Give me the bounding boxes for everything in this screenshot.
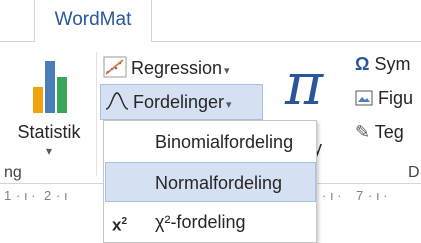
tegn-button[interactable]: ✎ Teg bbox=[355, 122, 404, 143]
ruler-dots: · ı · bbox=[16, 188, 36, 203]
regression-icon bbox=[103, 56, 127, 78]
menu-item-normalfordeling[interactable]: Normalfordeling bbox=[105, 162, 316, 202]
pen-icon: ✎ bbox=[355, 122, 371, 142]
menu-item-chi-squared[interactable]: x2 χ²-fordeling bbox=[105, 202, 316, 242]
chevron-down-icon: ▾ bbox=[226, 99, 232, 111]
tab-wordmat[interactable]: WordMat bbox=[34, 0, 152, 43]
omega-icon: Ω bbox=[355, 54, 370, 74]
fordelinger-menu: Binomialfordeling Normalfordeling x2 χ²-… bbox=[103, 120, 317, 243]
group-divider bbox=[96, 52, 97, 176]
chevron-down-icon: ▾ bbox=[224, 65, 230, 77]
symbol-button[interactable]: Ω Sym bbox=[355, 54, 410, 75]
menu-item-label: χ²-fordeling bbox=[155, 212, 246, 232]
ribbon-tab-strip: WordMat bbox=[0, 0, 421, 43]
distribution-curve-icon bbox=[105, 92, 129, 110]
bar-chart-icon bbox=[33, 61, 67, 113]
regression-label: Regression bbox=[131, 58, 223, 78]
figur-label: Figu bbox=[378, 88, 414, 108]
tab-wordmat-label: WordMat bbox=[54, 9, 132, 30]
symbol-label: Sym bbox=[374, 54, 411, 74]
ruler-tick: 2 bbox=[44, 188, 52, 203]
menu-item-binomialfordeling[interactable]: Binomialfordeling bbox=[105, 122, 316, 162]
pi-icon: π bbox=[285, 50, 324, 118]
new-equation-button[interactable]: π Ny bbox=[285, 50, 355, 158]
menu-item-label: Binomialfordeling bbox=[155, 132, 294, 152]
fordelinger-label: Fordelinger bbox=[133, 92, 225, 112]
statistik-label: Statistik bbox=[17, 122, 81, 142]
ruler-tick: 7 bbox=[356, 188, 364, 203]
menu-item-label: Normalfordeling bbox=[155, 173, 283, 193]
ruler-dots: · ı · bbox=[368, 188, 388, 203]
fordelinger-button[interactable]: Fordelinger ▾ bbox=[100, 84, 263, 120]
picture-icon bbox=[355, 90, 373, 106]
regression-button[interactable]: Regression ▾ bbox=[103, 54, 230, 82]
group-label-left: ng bbox=[4, 164, 22, 181]
ruler-dots: · ı bbox=[56, 188, 68, 203]
x-squared-icon: x2 bbox=[112, 215, 128, 235]
chevron-down-icon: ▾ bbox=[45, 144, 53, 158]
figur-button[interactable]: Figu bbox=[355, 88, 413, 109]
statistik-button[interactable]: Statistik ▾ bbox=[8, 58, 90, 158]
tegn-label: Teg bbox=[374, 122, 404, 142]
ruler-tick: 1 bbox=[4, 188, 12, 203]
ruler-dots: · ı · bbox=[322, 188, 342, 203]
group-label-right: D bbox=[408, 164, 420, 181]
